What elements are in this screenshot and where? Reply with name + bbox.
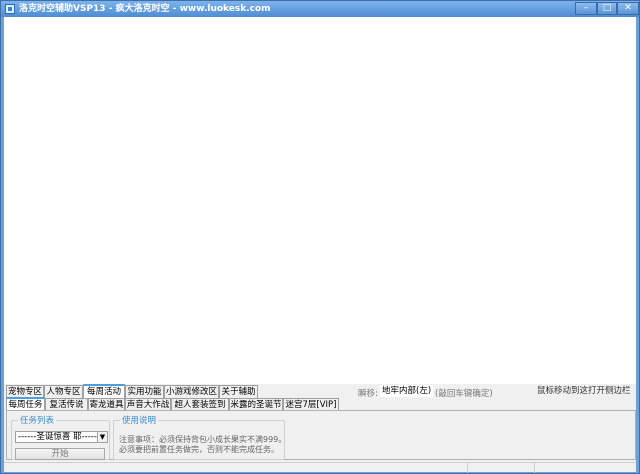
close-button[interactable]: ✕ bbox=[617, 2, 639, 15]
app-window: 洛克时空辅助VSP13 - 疯大洛克时空 - www.luokesk.com –… bbox=[0, 0, 640, 474]
tab-utilities[interactable]: 实用功能 bbox=[125, 385, 164, 398]
title-bar: 洛克时空辅助VSP13 - 疯大洛克时空 - www.luokesk.com bbox=[1, 1, 639, 17]
bottom-panel: 宠物专区 人物专区 每周活动 实用功能 小游戏修改区 关于辅助 瞬移: 地牢内部… bbox=[4, 384, 636, 473]
teleport-label: 瞬移: bbox=[358, 389, 378, 399]
usage-group: 使用说明 注意事项：必须保持背包小成长果实不满999。 必须要把前置任务做完，否… bbox=[113, 414, 286, 460]
task-list-group: 任务列表 ------圣诞惊喜 耶----- ▼ 开始 bbox=[11, 414, 110, 460]
teleport-hint: (敲回车键确定) bbox=[435, 389, 493, 399]
task-select-value: ------圣诞惊喜 耶----- bbox=[18, 432, 97, 442]
tab-character-zone[interactable]: 人物专区 bbox=[44, 385, 83, 398]
maximize-button[interactable]: □ bbox=[597, 2, 617, 15]
status-divider bbox=[534, 463, 535, 473]
teleport-input[interactable]: 地牢内部(左) bbox=[380, 385, 434, 397]
usage-line-2: 必须要把前置任务做完，否则不能完成任务。 bbox=[119, 445, 279, 454]
tab-about[interactable]: 关于辅助 bbox=[219, 385, 258, 398]
app-icon bbox=[5, 4, 15, 14]
usage-line-1: 注意事项：必须保持背包小成长果实不满999。 bbox=[119, 435, 287, 444]
task-list-title: 任务列表 bbox=[18, 414, 57, 426]
usage-notes: 注意事项：必须保持背包小成长果实不满999。 必须要把前置任务做完，否则不能完成… bbox=[119, 435, 286, 455]
tab-minigame-mods[interactable]: 小游戏修改区 bbox=[164, 385, 219, 398]
subtab-weekly-tasks[interactable]: 每周任务 bbox=[6, 397, 45, 411]
window-title: 洛克时空辅助VSP13 - 疯大洛克时空 - www.luokesk.com bbox=[19, 4, 271, 14]
status-bar bbox=[4, 462, 636, 473]
tab-weekly-events[interactable]: 每周活动 bbox=[83, 384, 125, 398]
usage-title: 使用说明 bbox=[120, 414, 159, 426]
status-divider bbox=[467, 463, 468, 473]
minimize-button[interactable]: – bbox=[575, 2, 597, 15]
task-select[interactable]: ------圣诞惊喜 耶----- ▼ bbox=[15, 431, 108, 443]
client-area: 宠物专区 人物专区 每周活动 实用功能 小游戏修改区 关于辅助 瞬移: 地牢内部… bbox=[4, 17, 636, 473]
sidebar-hint[interactable]: 鼠标移动到这打开侧边栏 bbox=[537, 384, 631, 396]
tab-panel: 任务列表 ------圣诞惊喜 耶----- ▼ 开始 使用说明 注意事项：必须… bbox=[6, 410, 636, 460]
start-button[interactable]: 开始 bbox=[15, 448, 105, 460]
chevron-down-icon[interactable]: ▼ bbox=[97, 432, 107, 442]
